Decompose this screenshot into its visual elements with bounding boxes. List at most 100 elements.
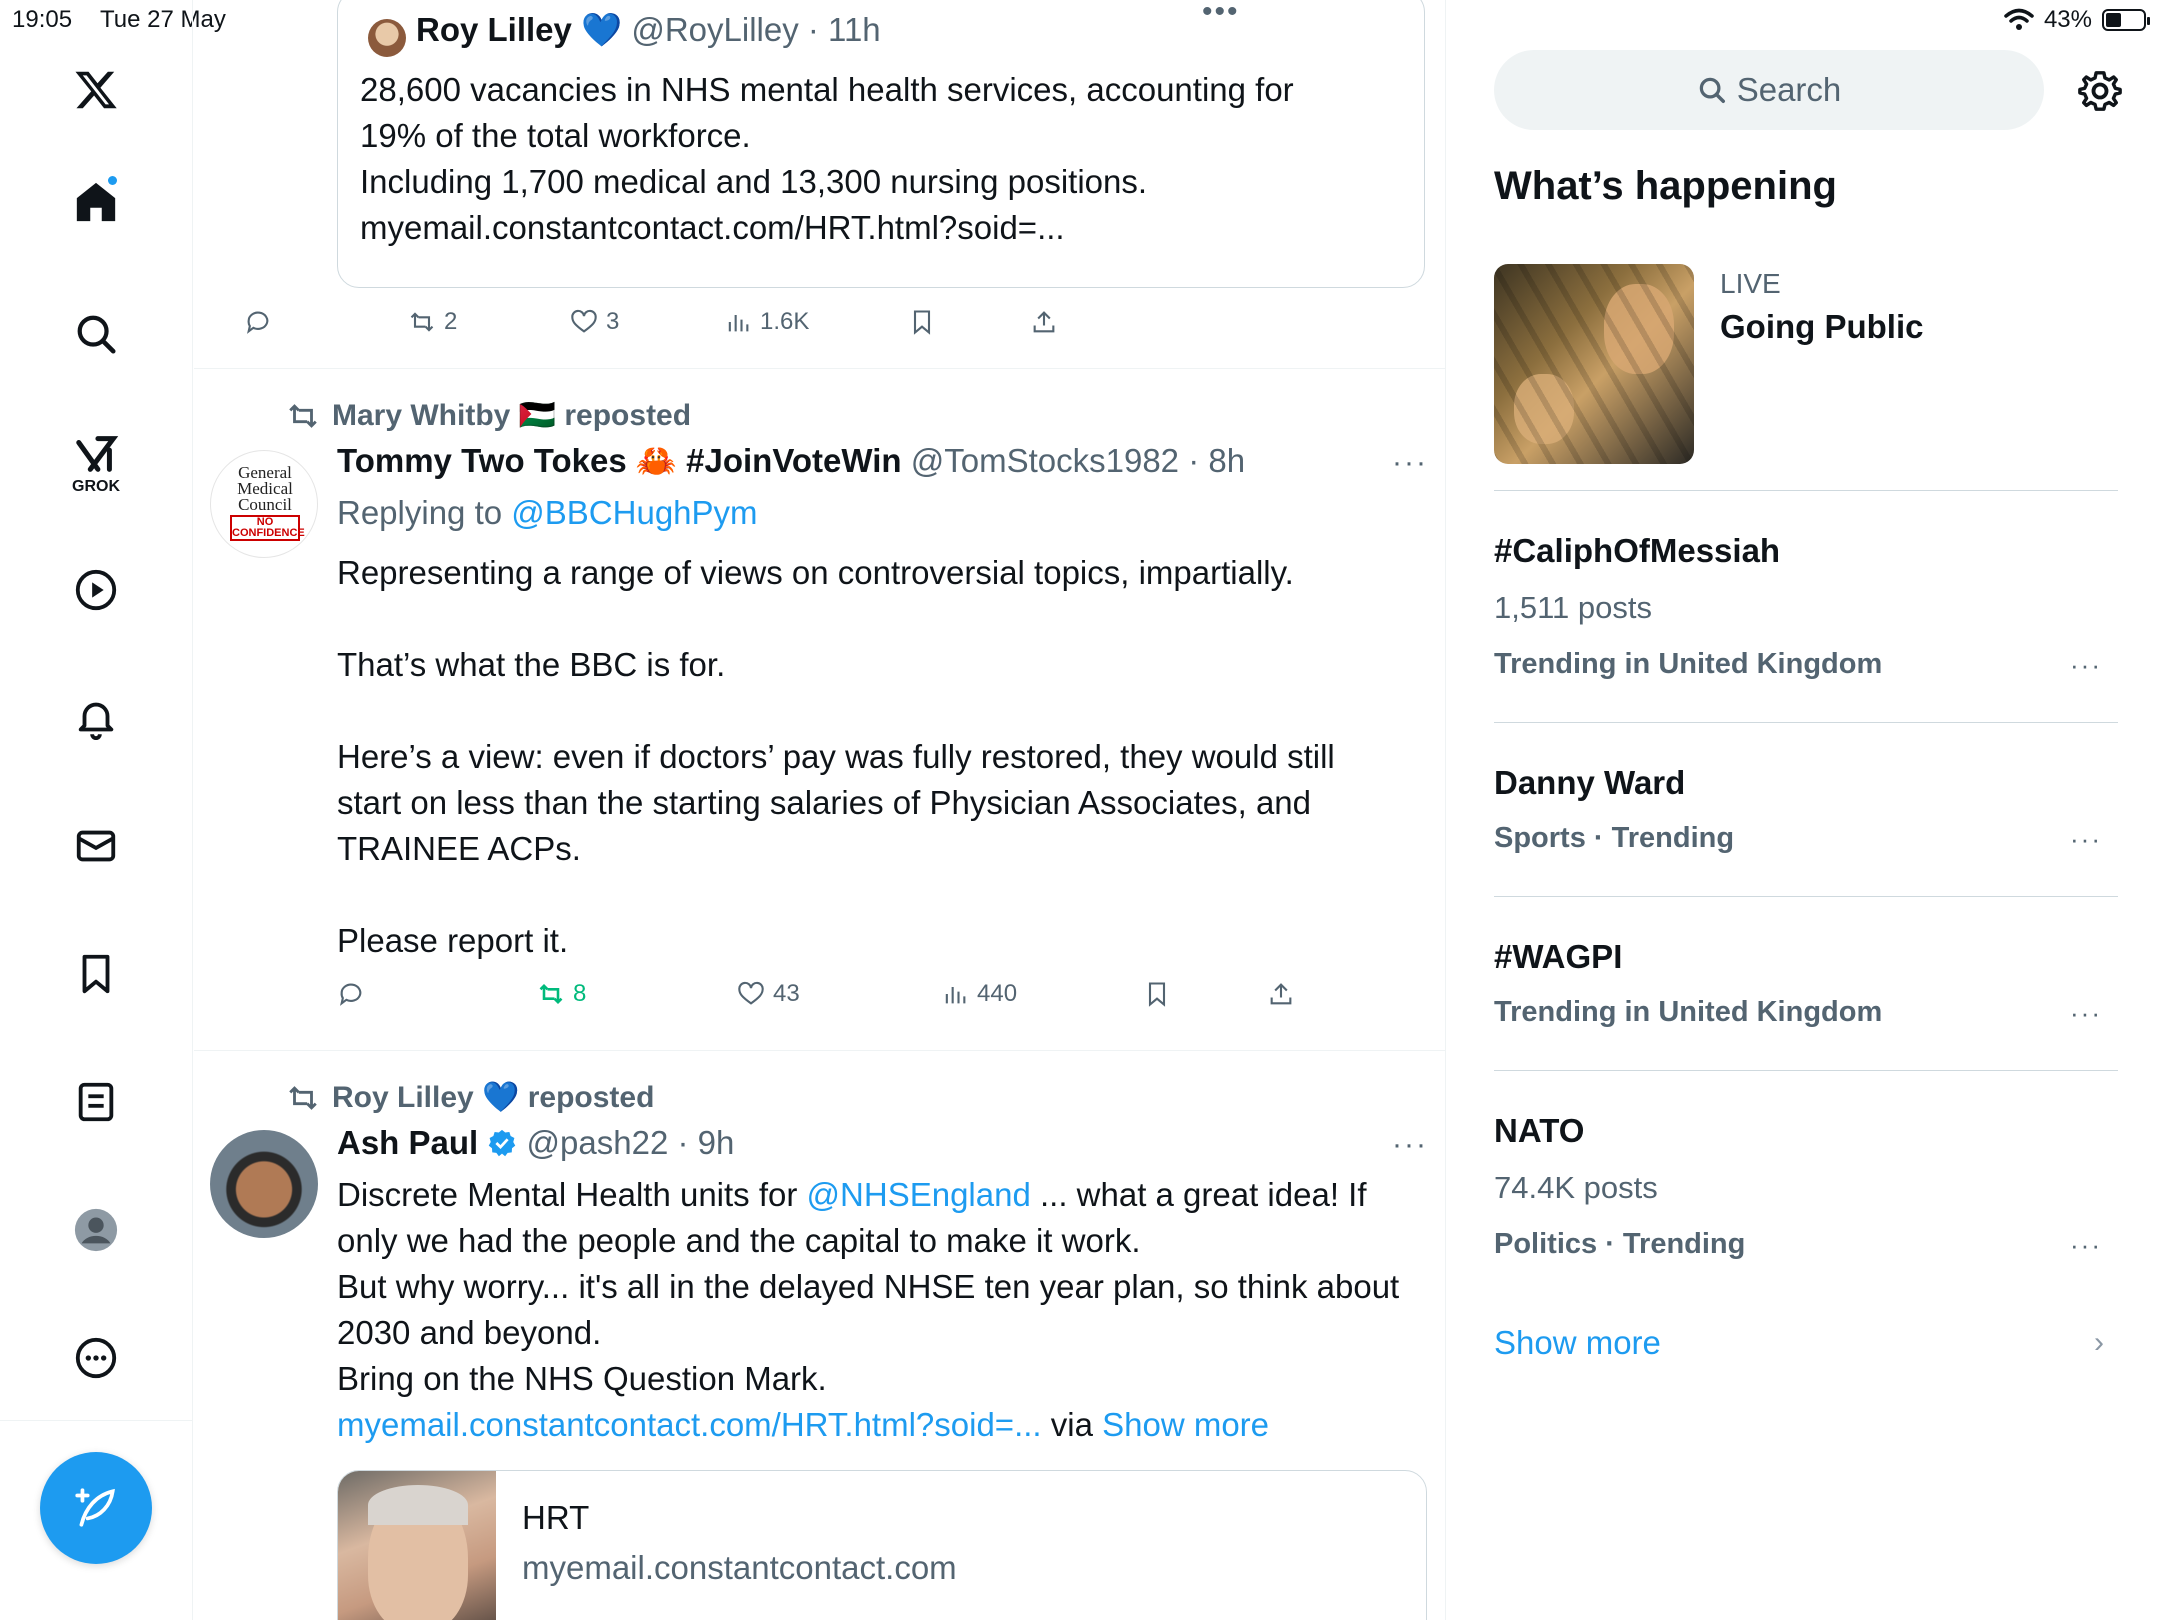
trend-divider — [1494, 1070, 2118, 1071]
tweet-header: Ash Paul @pash22 · 9h — [337, 1124, 734, 1162]
repost-indicator[interactable]: Roy Lilley 💙 reposted — [286, 1080, 654, 1115]
author-handle[interactable]: @RoyLilley — [631, 11, 798, 48]
like-button[interactable]: 3 — [570, 308, 619, 336]
retweet-icon — [289, 403, 317, 428]
notifications-bell-icon[interactable] — [66, 688, 126, 748]
share-button[interactable] — [1267, 980, 1295, 1008]
views-count: 440 — [977, 980, 1018, 1007]
author-name[interactable]: Ash Paul — [337, 1124, 478, 1161]
bookmark-button[interactable] — [1143, 980, 1171, 1008]
trend-more-icon[interactable]: ··· — [2070, 650, 2102, 681]
author-handle[interactable]: @TomStocks1982 — [911, 442, 1179, 479]
trend-title[interactable]: Danny Ward — [1494, 764, 1685, 802]
like-button[interactable]: 43 — [737, 980, 800, 1008]
bookmark-icon — [913, 310, 931, 335]
card-thumbnail-hair — [368, 1485, 468, 1525]
heart-icon — [571, 309, 597, 333]
quoted-tweet[interactable]: Roy Lilley 💙 @RoyLilley · 11h ••• 28,600… — [337, 0, 1425, 288]
post-time: · 9h — [677, 1124, 735, 1161]
left-nav: GROK — [0, 0, 193, 1620]
text-line: myemail.constantcontact.com/HRT.html?soi… — [360, 209, 1065, 246]
repost-indicator[interactable]: Mary Whitby 🇵🇸 reposted — [286, 398, 691, 433]
retweet-count: 2 — [444, 308, 458, 335]
tweet-line: Discrete Mental Health units for @NHSEng… — [337, 1172, 1417, 1264]
avatar-logo-line: Council — [238, 495, 292, 514]
compose-feather-icon — [75, 1488, 115, 1527]
like-count: 43 — [773, 980, 800, 1007]
messages-mail-icon[interactable] — [66, 816, 126, 876]
reply-button[interactable] — [337, 980, 365, 1008]
reply-icon — [247, 311, 269, 334]
link-preview-card[interactable]: HRT myemail.constantcontact.com — [337, 1470, 1427, 1620]
mention-link[interactable]: @NHSEngland — [807, 1176, 1031, 1213]
views-button[interactable]: 1.6K — [724, 308, 809, 336]
lists-icon[interactable] — [66, 1072, 126, 1132]
home-icon[interactable] — [66, 172, 126, 232]
settings-gear-icon[interactable] — [2077, 68, 2123, 114]
search-input[interactable]: Search — [1494, 50, 2044, 130]
tweet-actions: 8 43 440 — [337, 980, 1437, 1020]
search-placeholder: Search — [1736, 71, 1842, 108]
text-line: 28,600 vacancies in NHS mental health se… — [360, 71, 1294, 108]
author-name[interactable]: Roy Lilley — [416, 11, 572, 48]
show-more-link[interactable]: Show more — [1102, 1406, 1269, 1443]
show-more-link[interactable]: Show more — [1494, 1324, 1661, 1362]
retweet-icon — [410, 312, 434, 332]
trend-divider — [1494, 896, 2118, 897]
author-name[interactable]: Tommy Two Tokes 🦀 #JoinVoteWin — [337, 442, 902, 479]
notification-dot — [108, 176, 117, 185]
avatar[interactable]: General Medical Council NO CONFIDENCE — [210, 450, 318, 558]
heart-icon — [738, 981, 764, 1005]
avatar[interactable] — [368, 19, 406, 57]
via-text: via — [1041, 1406, 1103, 1443]
trend-divider — [1494, 722, 2118, 723]
x-logo-icon[interactable] — [66, 60, 126, 120]
tweet-text-part: Discrete Mental Health units for — [337, 1176, 807, 1213]
url-link[interactable]: myemail.constantcontact.com/HRT.html?soi… — [337, 1406, 1042, 1443]
bookmarks-icon[interactable] — [66, 944, 126, 1004]
trend-title[interactable]: NATO — [1494, 1112, 1584, 1150]
trend-more-icon[interactable]: ··· — [2070, 824, 2102, 855]
retweet-button[interactable]: 8 — [537, 980, 586, 1008]
profile-avatar-icon[interactable] — [66, 1200, 126, 1260]
more-dots-icon[interactable]: ··· — [1392, 446, 1428, 480]
reply-button[interactable] — [244, 308, 272, 336]
bookmark-button[interactable] — [908, 308, 936, 336]
battery-icon — [2102, 9, 2150, 31]
tweet-divider — [194, 368, 1445, 369]
more-options-icon[interactable] — [66, 1328, 126, 1388]
bookmark-icon — [1148, 982, 1166, 1007]
more-dots-icon[interactable]: ••• — [1202, 0, 1240, 29]
replying-to-link[interactable]: @BBCHughPym — [511, 494, 757, 531]
retweet-icon — [539, 984, 563, 1004]
tweet-paragraph: Here’s a view: even if doctors’ pay was … — [337, 738, 1335, 867]
explore-search-icon[interactable] — [66, 304, 126, 364]
grok-icon[interactable] — [66, 424, 126, 484]
video-play-icon[interactable] — [66, 560, 126, 620]
retweet-button[interactable]: 2 — [408, 308, 457, 336]
live-title[interactable]: Going Public — [1720, 308, 1924, 346]
trend-more-icon[interactable]: ··· — [2070, 998, 2102, 1029]
tweet-line: Bring on the NHS Question Mark. — [337, 1360, 827, 1397]
share-button[interactable] — [1030, 308, 1058, 336]
more-dots-icon[interactable]: ··· — [1392, 1128, 1428, 1162]
trend-title[interactable]: #CaliphOfMessiah — [1494, 532, 1780, 570]
no-confidence-stamp: NO CONFIDENCE — [230, 515, 305, 541]
author-handle[interactable]: @pash22 — [527, 1124, 669, 1161]
views-button[interactable]: 440 — [941, 980, 1017, 1008]
reply-icon — [340, 983, 362, 1006]
trend-more-icon[interactable]: ··· — [2070, 1230, 2102, 1261]
live-thumbnail[interactable] — [1494, 264, 1694, 464]
nav-divider — [0, 1420, 193, 1421]
views-count: 1.6K — [760, 308, 810, 335]
tweet-paragraph: That’s what the BBC is for. — [337, 646, 726, 683]
compose-post-button[interactable] — [40, 1452, 152, 1564]
tweet-divider — [194, 1050, 1445, 1051]
tweet-line: But why worry... it's all in the delayed… — [337, 1268, 1400, 1351]
text-line: Including 1,700 medical and 13,300 nursi… — [360, 163, 1148, 200]
avatar[interactable] — [210, 1130, 318, 1238]
search-icon — [1699, 77, 1725, 103]
trend-title[interactable]: #WAGPI — [1494, 938, 1622, 976]
views-chart-icon — [945, 987, 966, 1004]
text-line: 19% of the total workforce. — [360, 117, 751, 154]
